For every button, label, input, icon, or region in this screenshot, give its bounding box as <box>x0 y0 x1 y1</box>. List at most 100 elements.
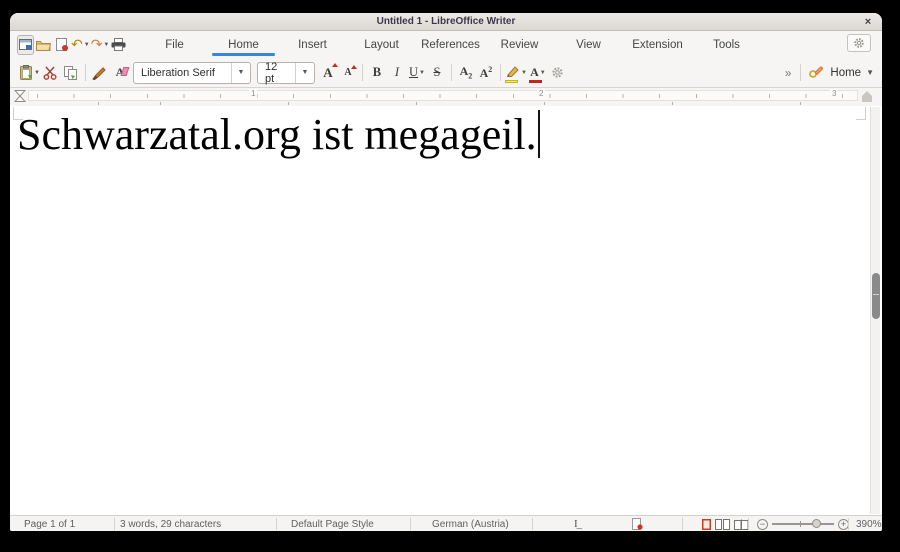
zoom-level[interactable]: 390% <box>856 516 882 531</box>
customize-button[interactable] <box>806 61 824 85</box>
document-canvas[interactable]: Schwarzatal.org ist megageil. <box>10 106 882 515</box>
superscript-button[interactable]: A2 <box>477 61 495 85</box>
selection-mode-indicator[interactable]: I_ <box>574 516 581 531</box>
undo-dropdown-arrow[interactable]: ▼ <box>84 42 90 48</box>
tab-tools[interactable]: Tools <box>692 31 761 58</box>
cut-button[interactable] <box>42 61 60 85</box>
zoom-slider-handle[interactable] <box>812 519 821 528</box>
tab-bar: ↶ ▼ ↷ ▼ File Home Insert Layout Referenc… <box>10 31 882 58</box>
clear-formatting-button[interactable]: A <box>111 61 129 85</box>
ruler-number: 3 <box>830 89 838 98</box>
ruler-ticks[interactable] <box>28 90 858 101</box>
zoom-control: − + <box>757 516 849 531</box>
target-dropdown-arrow[interactable]: ▼ <box>866 68 874 77</box>
redo-button[interactable]: ↷ ▼ <box>91 35 110 55</box>
status-bar: Page 1 of 1 3 words, 29 characters Defau… <box>10 515 882 531</box>
window-title: Untitled 1 - LibreOffice Writer <box>377 16 516 27</box>
paste-dropdown-arrow[interactable]: ▼ <box>34 70 40 76</box>
ruler-tabstop-marks <box>28 101 858 105</box>
decrease-font-size-button[interactable]: A <box>339 61 357 85</box>
character-settings-button[interactable] <box>549 61 567 85</box>
vertical-scrollbar[interactable] <box>870 107 880 514</box>
undo-button[interactable]: ↶ ▼ <box>71 35 90 55</box>
quick-access-toolbar: ↶ ▼ ↷ ▼ <box>17 34 127 55</box>
zoom-100-tick <box>800 521 801 527</box>
single-page-view-icon[interactable] <box>702 519 711 530</box>
tab-extension[interactable]: Extension <box>623 31 692 58</box>
notebookbar-menu-button[interactable] <box>847 34 871 52</box>
font-color-icon: A <box>530 65 539 80</box>
gear-icon <box>853 37 865 49</box>
notebookbar-target-label[interactable]: Home <box>830 67 861 79</box>
highlight-dropdown-arrow[interactable]: ▼ <box>521 70 527 76</box>
page-count[interactable]: Page 1 of 1 <box>24 516 75 531</box>
increase-font-size-button[interactable]: A <box>319 61 337 85</box>
scissors-icon <box>43 66 58 80</box>
copy-icon <box>63 66 78 80</box>
tab-review[interactable]: Review <box>485 31 554 58</box>
tab-file[interactable]: File <box>140 31 209 58</box>
window-icon <box>19 39 32 50</box>
indent-marker-icon[interactable] <box>13 89 27 103</box>
statusbar-separator <box>532 518 533 530</box>
tab-references[interactable]: References <box>416 31 485 58</box>
paintbrush-icon <box>92 66 107 80</box>
notebookbar-tabs: File Home Insert Layout References Revie… <box>140 31 761 58</box>
open-button[interactable] <box>35 35 52 55</box>
libreoffice-writer-window: Untitled 1 - LibreOffice Writer × <box>10 13 882 531</box>
key-pencil-icon <box>808 66 823 79</box>
italic-button[interactable]: I <box>388 61 406 85</box>
right-indent-marker[interactable] <box>862 91 872 102</box>
redo-icon: ↷ <box>91 38 103 52</box>
font-name-dropdown[interactable]: ▼ <box>231 63 250 83</box>
document-modified-indicator[interactable] <box>632 516 643 531</box>
highlighter-icon <box>506 66 520 80</box>
font-size-dropdown[interactable]: ▼ <box>295 63 314 83</box>
paragraph-text[interactable]: Schwarzatal.org ist megageil. <box>17 109 540 160</box>
redo-dropdown-arrow[interactable]: ▼ <box>103 42 109 48</box>
text-language[interactable]: German (Austria) <box>432 516 509 531</box>
text-boundary-corner <box>856 107 866 120</box>
book-view-icon[interactable] <box>734 519 749 530</box>
toolbar-overflow-button[interactable]: » <box>780 66 797 80</box>
open-folder-icon <box>36 39 51 51</box>
clone-formatting-button[interactable] <box>91 61 109 85</box>
statusbar-separator <box>276 518 277 530</box>
scrollbar-thumb[interactable] <box>872 273 880 319</box>
menubar-toggle-button[interactable] <box>17 35 34 55</box>
font-name-value[interactable]: Liberation Serif <box>134 67 231 79</box>
horizontal-ruler[interactable]: 1 2 3 <box>10 88 882 106</box>
zoom-slider[interactable] <box>772 523 834 525</box>
toolbar-separator <box>500 64 501 81</box>
print-button[interactable] <box>110 35 127 55</box>
save-button[interactable] <box>53 35 70 55</box>
titlebar[interactable]: Untitled 1 - LibreOffice Writer × <box>10 13 882 31</box>
underline-dropdown-arrow[interactable]: ▼ <box>419 70 425 76</box>
toolbar-right-group: » Home ▼ <box>780 61 874 85</box>
underline-button[interactable]: U ▼ <box>408 61 426 85</box>
font-size-value[interactable]: 12 pt <box>258 61 295 85</box>
close-button[interactable]: × <box>861 15 875 29</box>
view-layout-group <box>702 516 749 531</box>
font-color-button[interactable]: A ▼ <box>529 61 547 85</box>
font-color-dropdown-arrow[interactable]: ▼ <box>540 70 546 76</box>
copy-button[interactable] <box>62 61 80 85</box>
zoom-out-button[interactable]: − <box>757 519 768 530</box>
word-count[interactable]: 3 words, 29 characters <box>120 516 221 531</box>
highlight-color-button[interactable]: ▼ <box>506 61 527 85</box>
tab-insert[interactable]: Insert <box>278 31 347 58</box>
multi-page-view-icon[interactable] <box>715 519 730 530</box>
tab-home[interactable]: Home <box>209 31 278 58</box>
paste-button[interactable]: ▼ <box>19 61 40 85</box>
bold-button[interactable]: B <box>368 61 386 85</box>
tab-view[interactable]: View <box>554 31 623 58</box>
decrease-size-icon: A <box>344 67 351 78</box>
italic-icon: I <box>395 65 399 80</box>
font-name-combobox[interactable]: Liberation Serif ▼ <box>133 62 251 84</box>
subscript-button[interactable]: A2 <box>457 61 475 85</box>
ruler-number: 1 <box>249 89 257 98</box>
font-size-combobox[interactable]: 12 pt ▼ <box>257 62 315 84</box>
strikethrough-button[interactable]: S <box>428 61 446 85</box>
tab-layout[interactable]: Layout <box>347 31 416 58</box>
page-style[interactable]: Default Page Style <box>291 516 374 531</box>
